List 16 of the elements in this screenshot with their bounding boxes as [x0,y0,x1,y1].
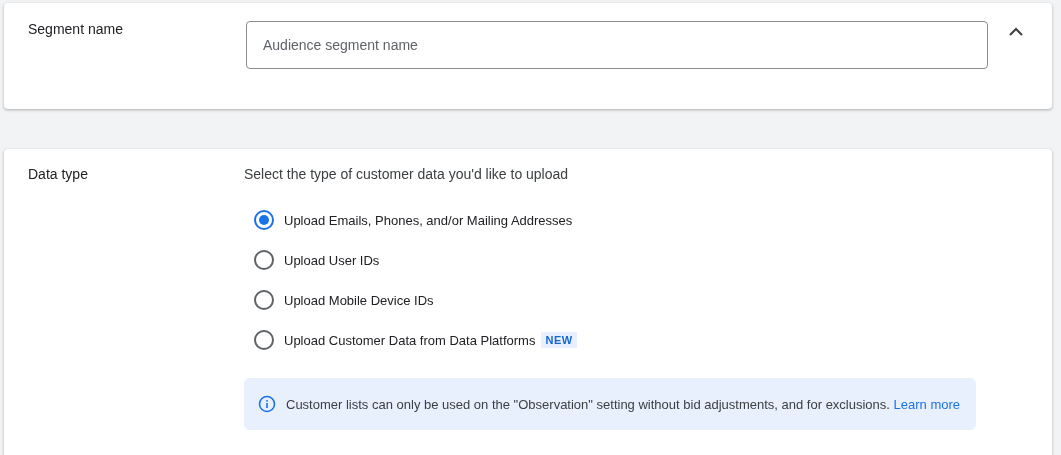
new-badge: NEW [541,332,577,348]
notice-text: Customer lists can only be used on the "Observation" setting without bid adjustments, and for exclusions. Learn more [286,396,961,412]
radio-button[interactable] [254,330,274,350]
field-label: Data type [27,166,89,184]
radio-button[interactable] [254,290,274,310]
field-label: Segment name [27,21,124,39]
prompt-text: Select the type of customer data you'd like to upload [244,166,570,182]
learn-more-link[interactable]: Learn more [893,396,961,412]
option-label[interactable]: Upload Mobile Device IDs [284,292,434,308]
input-field[interactable]: Audience segment name [246,21,988,69]
radio-button[interactable] [254,250,274,270]
option-label[interactable]: Upload Emails, Phones, and/or Mailing Addresses [284,212,573,228]
option-label[interactable]: Upload User IDs [284,252,380,268]
option-label[interactable]: Upload Customer Data from Data Platforms [284,332,536,348]
info-icon [258,395,276,413]
radio-button[interactable] [254,210,274,230]
